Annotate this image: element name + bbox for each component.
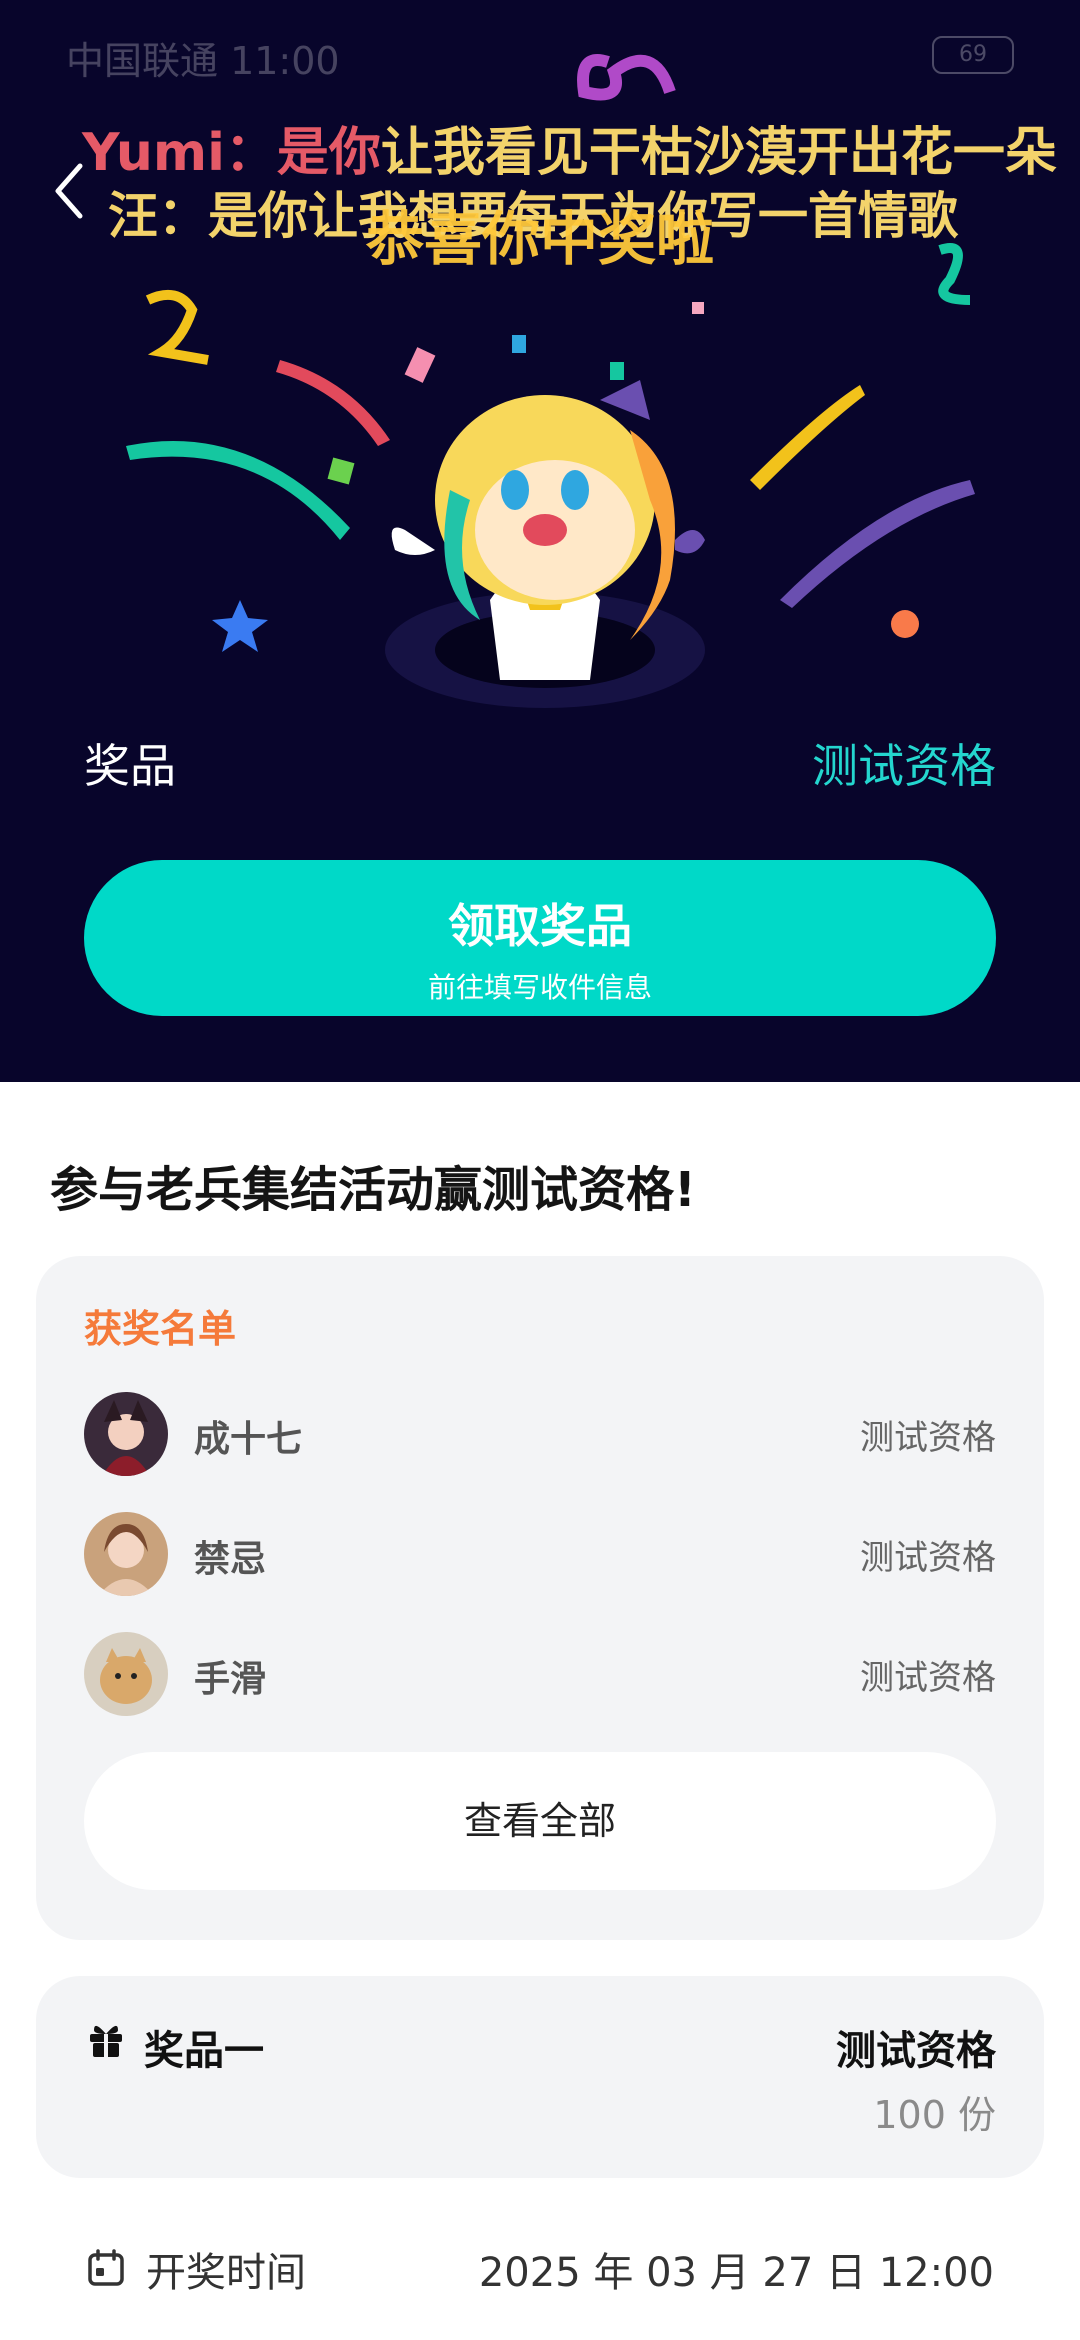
calendar-icon — [88, 2249, 124, 2286]
winner-prize: 测试资格 — [860, 1418, 996, 1458]
activity-title: 参与老兵集结活动赢测试资格! — [50, 1162, 696, 1218]
view-all-button[interactable]: 查看全部 — [84, 1752, 996, 1890]
claim-button-label: 领取奖品 — [448, 899, 632, 953]
prize-item-name: 测试资格 — [836, 2028, 996, 2074]
winner-name: 手滑 — [194, 1659, 267, 1700]
draw-time-row: 开奖时间 2025 年 03 月 27 日 12:00 — [86, 2240, 994, 2300]
winner-row: 成十七 测试资格 — [84, 1392, 996, 1476]
winner-name: 成十七 — [194, 1419, 303, 1460]
winners-card: 获奖名单 成十七 测试资格 禁忌 测试资格 手滑 测试资格 查看全部 — [36, 1256, 1044, 1940]
draw-time-label: 开奖时间 — [146, 2250, 306, 2296]
gift-icon — [90, 2025, 122, 2057]
danmu-text: 让我看见干枯沙漠开出花一朵 — [380, 123, 1057, 183]
prize-card: 奖品一 测试资格 100 份 — [36, 1976, 1044, 2178]
prize-item-quantity: 100 份 — [873, 2093, 996, 2137]
winner-prize: 测试资格 — [860, 1658, 996, 1698]
avatar — [84, 1392, 168, 1476]
draw-time-value: 2025 年 03 月 27 日 12:00 — [478, 2250, 994, 2296]
claim-prize-button[interactable]: 领取奖品 前往填写收件信息 — [84, 860, 996, 1016]
avatar — [84, 1632, 168, 1716]
winner-row: 禁忌 测试资格 — [84, 1512, 996, 1596]
winners-title: 获奖名单 — [84, 1307, 237, 1351]
prize-item-title: 奖品一 — [144, 2028, 264, 2074]
prize-value: 测试资格 — [812, 739, 996, 793]
hero-banner: 中国联通 11:00 69 Yumi：是你让我看见干枯沙漠开出花一朵 汪：是你让… — [0, 0, 1080, 1082]
danmu-message: Yumi：是你让我看见干枯沙漠开出花一朵 — [82, 110, 1057, 185]
claim-button-sublabel: 前往填写收件信息 — [427, 971, 652, 1004]
prize-label: 奖品 — [84, 739, 176, 793]
winner-name: 禁忌 — [194, 1539, 267, 1580]
winner-row: 手滑 测试资格 — [84, 1632, 996, 1716]
avatar — [84, 1512, 168, 1596]
danmu-sender: Yumi：是你 — [82, 123, 381, 183]
winner-prize: 测试资格 — [860, 1538, 996, 1578]
congrats-title: 恭喜你中奖啦 — [365, 205, 714, 273]
